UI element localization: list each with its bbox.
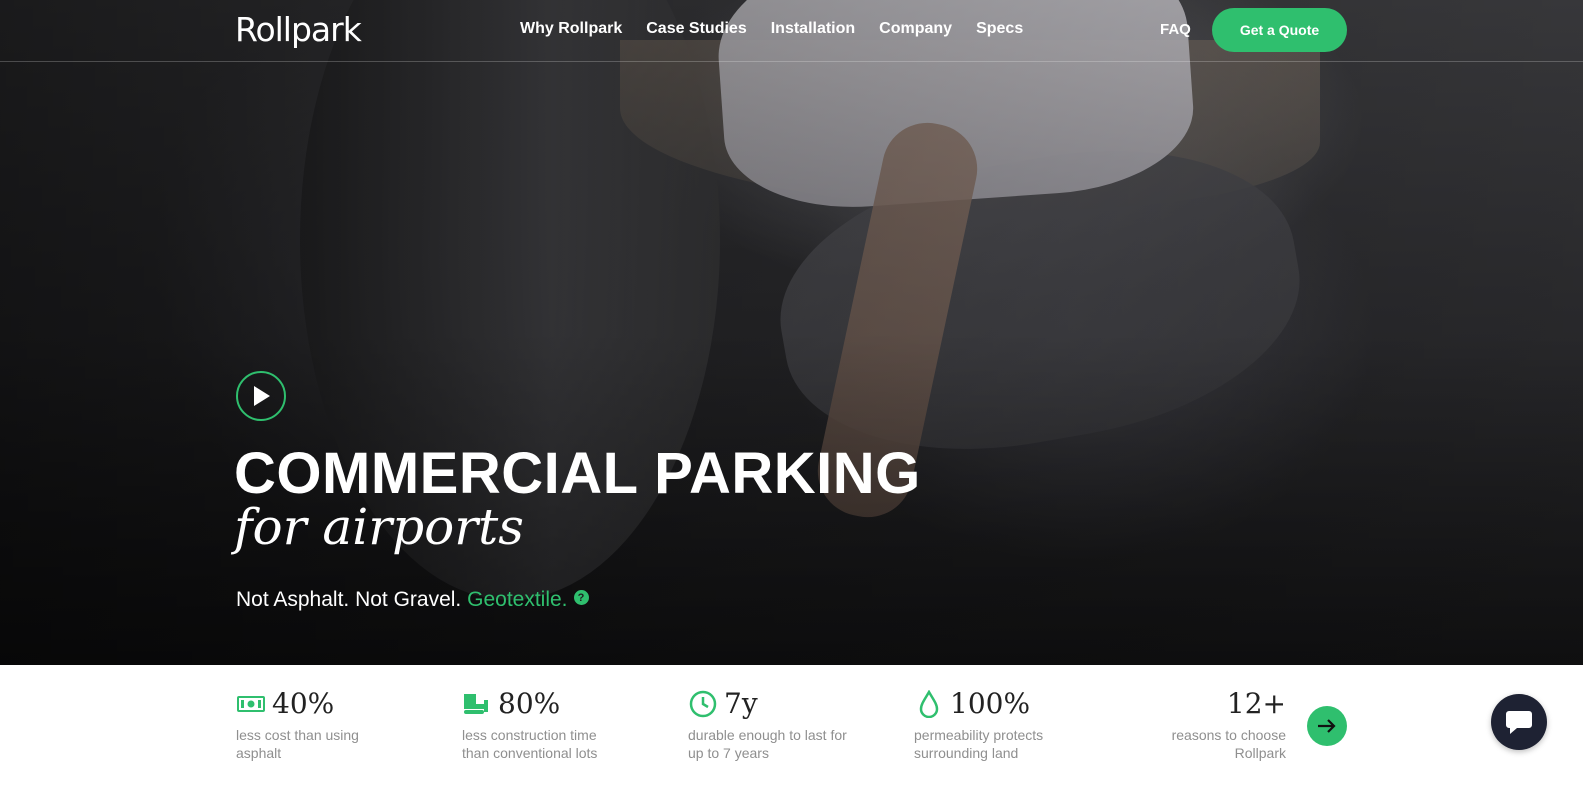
- stat-description: less cost than using asphalt: [236, 727, 359, 761]
- bulldozer-icon: [462, 690, 492, 718]
- chat-button[interactable]: [1491, 694, 1547, 750]
- money-icon: [236, 690, 266, 718]
- water-drop-icon: [914, 689, 944, 718]
- stat-construction-time: 80% less construction time than conventi…: [462, 687, 622, 762]
- reasons-arrow-button[interactable]: [1307, 706, 1347, 746]
- nav-faq[interactable]: FAQ: [1160, 21, 1191, 38]
- stat-cost: 40% less cost than using asphalt: [236, 687, 396, 762]
- nav-installation[interactable]: Installation: [771, 20, 855, 38]
- stat-durability: 7y durable enough to last for up to 7 ye…: [688, 687, 848, 762]
- arrow-right-icon: [1318, 719, 1336, 733]
- rollpark-logo[interactable]: Rollpark: [235, 10, 362, 49]
- stat-value: 80%: [498, 687, 561, 720]
- help-icon[interactable]: ?: [573, 590, 589, 605]
- stat-description: less construction time than conventional…: [462, 727, 598, 761]
- stat-value: 7y: [724, 687, 758, 720]
- nav-why-rollpark[interactable]: Why Rollpark: [520, 20, 622, 38]
- stat-description: durable enough to last for up to 7 years: [688, 727, 847, 761]
- reasons-description: reasons to choose Rollpark: [1171, 727, 1286, 761]
- stat-description: permeability protects surrounding land: [914, 727, 1044, 761]
- clock-icon: [688, 690, 718, 718]
- stats-bar: 40% less cost than using asphalt 80% les…: [0, 665, 1583, 785]
- stat-value: 40%: [272, 687, 335, 720]
- hero-tagline: Not Asphalt. Not Gravel. Geotextile.?: [236, 588, 589, 612]
- stat-value: 100%: [950, 687, 1031, 720]
- get-a-quote-button[interactable]: Get a Quote: [1212, 8, 1347, 52]
- nav-company[interactable]: Company: [879, 20, 952, 38]
- hero-overlay: [0, 0, 1583, 665]
- top-nav: Rollpark Why Rollpark Case Studies Insta…: [0, 0, 1583, 62]
- chat-icon: [1506, 711, 1532, 734]
- hero-title: COMMERCIAL PARKING: [234, 441, 921, 506]
- play-icon: [254, 386, 270, 406]
- main-nav: Why Rollpark Case Studies Installation C…: [520, 20, 1023, 38]
- hero-subtitle: for airports: [234, 498, 524, 556]
- tagline-accent[interactable]: Geotextile.: [467, 588, 567, 611]
- nav-case-studies[interactable]: Case Studies: [646, 20, 746, 38]
- tagline-plain: Not Asphalt. Not Gravel.: [236, 588, 462, 611]
- nav-specs[interactable]: Specs: [976, 20, 1023, 38]
- stat-reasons[interactable]: 12+ reasons to choose Rollpark: [1150, 687, 1286, 762]
- hero-section: COMMERCIAL PARKING for airports Not Asph…: [0, 0, 1583, 665]
- reasons-value: 12+: [1226, 687, 1286, 720]
- stat-permeability: 100% permeability protects surrounding l…: [914, 687, 1074, 762]
- play-video-button[interactable]: [236, 371, 286, 421]
